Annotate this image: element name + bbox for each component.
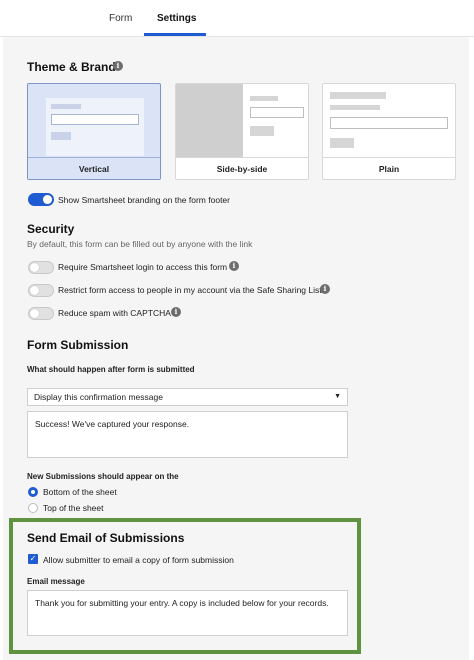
- thumbnail-bar: [250, 96, 278, 101]
- info-icon[interactable]: i: [171, 307, 181, 317]
- check-icon: ✓: [29, 554, 37, 563]
- require-login-toggle[interactable]: [28, 261, 54, 274]
- send-email-title: Send Email of Submissions: [27, 531, 185, 545]
- thumbnail-bar: [51, 104, 81, 109]
- allow-email-copy-label: Allow submitter to email a copy of form …: [43, 555, 234, 565]
- thumbnail-bar: [330, 105, 380, 110]
- theme-card-label: Side-by-side: [176, 157, 308, 179]
- after-submit-question: What should happen after form is submitt…: [27, 365, 195, 374]
- theme-card-label: Plain: [323, 157, 455, 179]
- allow-email-copy-checkbox[interactable]: ✓: [28, 554, 38, 564]
- side-image-block: [176, 84, 243, 158]
- form-submission-title: Form Submission: [27, 338, 129, 352]
- security-subtitle: By default, this form can be filled out …: [27, 239, 253, 249]
- require-login-label: Require Smartsheet login to access this …: [58, 262, 228, 272]
- theme-brand-title: Theme & Brand: [27, 60, 116, 74]
- thumbnail-bar: [330, 92, 386, 99]
- vertical-thumbnail: [46, 98, 144, 156]
- captcha-toggle[interactable]: [28, 307, 54, 320]
- radio-top-label: Top of the sheet: [43, 503, 104, 513]
- thumbnail-field: [250, 107, 304, 118]
- theme-card-vertical[interactable]: Vertical: [27, 83, 161, 180]
- tab-form[interactable]: Form: [109, 13, 132, 32]
- branding-toggle[interactable]: [28, 193, 54, 206]
- after-submit-select[interactable]: Display this confirmation message ▼: [27, 388, 348, 406]
- theme-card-label: Vertical: [28, 157, 160, 179]
- safe-sharing-label: Restrict form access to people in my acc…: [58, 285, 322, 295]
- branding-toggle-label: Show Smartsheet branding on the form foo…: [58, 195, 230, 205]
- radio-top-of-sheet[interactable]: [28, 503, 38, 513]
- email-message-label: Email message: [27, 577, 85, 586]
- thumbnail-button: [51, 132, 71, 140]
- theme-card-side-by-side[interactable]: Side-by-side: [175, 83, 309, 180]
- info-icon[interactable]: i: [229, 261, 239, 271]
- active-tab-indicator: [144, 33, 206, 36]
- info-icon[interactable]: i: [320, 284, 330, 294]
- thumbnail-button: [250, 126, 274, 136]
- new-submissions-label: New Submissions should appear on the: [27, 472, 179, 481]
- after-submit-select-value: Display this confirmation message: [34, 392, 163, 402]
- info-icon[interactable]: i: [113, 61, 123, 71]
- captcha-label: Reduce spam with CAPTCHA: [58, 308, 171, 318]
- radio-bottom-of-sheet[interactable]: [28, 487, 38, 497]
- radio-bottom-label: Bottom of the sheet: [43, 487, 117, 497]
- thumbnail-button: [330, 138, 354, 148]
- thumbnail-field: [330, 117, 448, 129]
- tab-settings[interactable]: Settings: [157, 13, 196, 32]
- theme-card-plain[interactable]: Plain: [322, 83, 456, 180]
- top-tab-bar: Form Settings: [0, 0, 474, 37]
- chevron-down-icon: ▼: [334, 393, 341, 400]
- thumbnail-field: [51, 114, 139, 125]
- email-message-input[interactable]: Thank you for submitting your entry. A c…: [27, 590, 348, 636]
- safe-sharing-toggle[interactable]: [28, 284, 54, 297]
- security-title: Security: [27, 222, 75, 236]
- confirmation-message-input[interactable]: Success! We've captured your response.: [27, 411, 348, 458]
